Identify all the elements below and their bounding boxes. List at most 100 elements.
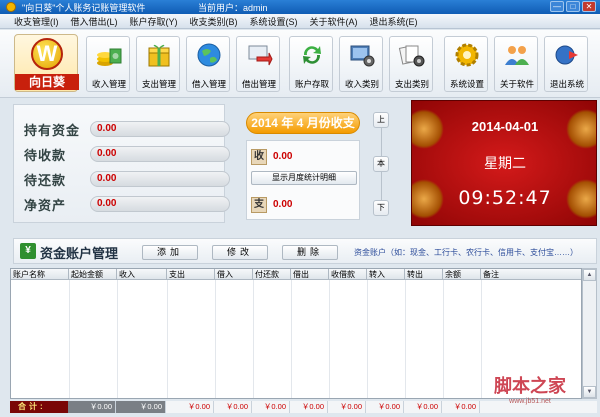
totals-label: 合计: [10, 401, 68, 413]
summary-label: 待收款 [24, 148, 67, 163]
col-transfer-out[interactable]: 转出 [405, 269, 443, 280]
calendar-weekday: 星期二 [484, 156, 526, 172]
current-user: 当前用户：admin [198, 3, 268, 13]
col-remark[interactable]: 备注 [481, 269, 581, 280]
app-logo: W 向日葵 [14, 34, 79, 92]
monthly-expense-value: 0.00 [273, 199, 293, 210]
monthly-expense-row: 支 0.00 [251, 197, 357, 215]
menu-settings[interactable]: 系统设置(S) [250, 15, 298, 28]
income-tag: 收 [251, 149, 267, 165]
summary-label: 持有资金 [24, 123, 81, 138]
menu-bar: 收支管理(I) 借入借出(L) 账户存取(Y) 收支类别(B) 系统设置(S) … [0, 14, 600, 29]
period-month: 4 [296, 116, 304, 130]
col-start-amount[interactable]: 起始金额 [69, 269, 117, 280]
scroll-up-icon[interactable]: ▲ [583, 269, 596, 281]
period-month-suffix: 月份收支 [306, 116, 355, 130]
calendar-panel: 2014-04-01 星期二 09:52:47 [411, 100, 597, 226]
watermark-url: www.jb51.net [509, 398, 551, 405]
menu-categories[interactable]: 收支类别(B) [190, 15, 238, 28]
col-account-name[interactable]: 账户名称 [11, 269, 69, 280]
logo-w-icon: W [31, 38, 63, 70]
menu-exit[interactable]: 退出系统(E) [370, 15, 418, 28]
total-expense: ￥0.00 [166, 401, 214, 413]
expense-manage-label: 支出管理 [141, 79, 176, 89]
watermark-text: 脚本之家 [494, 376, 566, 397]
summary-value: 0.00 [90, 171, 230, 187]
show-monthly-detail-button[interactable]: 显示月度统计明细 [251, 171, 357, 185]
income-category-button[interactable]: 收入类别 [339, 36, 383, 92]
period-title: 2014 年 4 月份收支 [246, 112, 360, 134]
delete-account-button[interactable]: 删除 [282, 245, 338, 260]
menu-account-access[interactable]: 账户存取(Y) [130, 15, 178, 28]
close-button[interactable]: ✕ [582, 1, 596, 12]
next-month-button[interactable]: 下 [373, 200, 389, 216]
summary-receivable: 待收款 0.00 [24, 144, 230, 164]
menu-income-expense[interactable]: 收支管理(I) [14, 15, 59, 28]
expense-manage-button[interactable]: 支出管理 [136, 36, 180, 92]
borrow-in-button[interactable]: 借入管理 [186, 36, 230, 92]
summary-payable: 待还款 0.00 [24, 169, 230, 189]
toolbar: W 向日葵 收入管理 支出管理 借入管理 借出管理 账户存取 收入类别 支出类别… [0, 30, 600, 98]
cards-gear-icon [398, 45, 425, 67]
total-transfer-out: ￥0.00 [404, 401, 442, 413]
about-software-label: 关于软件 [499, 79, 534, 89]
monthly-income-value: 0.00 [273, 151, 293, 162]
expense-category-button[interactable]: 支出类别 [389, 36, 433, 92]
total-transfer-in: ￥0.00 [366, 401, 404, 413]
monthly-panel: 2014 年 4 月份收支 收 0.00 显示月度统计明细 支 0.00 上 本… [240, 104, 410, 223]
col-expense[interactable]: 支出 [167, 269, 215, 280]
income-manage-button[interactable]: 收入管理 [86, 36, 130, 92]
summary-label: 净资产 [24, 198, 67, 213]
total-income: ￥0.00 [116, 401, 166, 413]
income-category-label: 收入类别 [344, 79, 379, 89]
col-balance[interactable]: 余额 [443, 269, 481, 280]
col-collect[interactable]: 收借款 [329, 269, 367, 280]
logo-name: 向日葵 [15, 74, 79, 90]
col-lend-out[interactable]: 借出 [291, 269, 329, 280]
expense-tag: 支 [251, 197, 267, 213]
lend-out-label: 借出管理 [241, 79, 276, 89]
globe-icon [197, 43, 221, 67]
borrow-in-label: 借入管理 [191, 79, 226, 89]
summary-panel: 持有资金 0.00 待收款 0.00 待还款 0.00 净资产 0.00 [13, 104, 230, 223]
system-settings-label: 系统设置 [449, 79, 484, 89]
menu-about[interactable]: 关于软件(A) [310, 15, 358, 28]
col-income[interactable]: 收入 [117, 269, 167, 280]
period-year-unit: 年 [281, 116, 294, 130]
edit-account-button[interactable]: 修改 [212, 245, 268, 260]
summary-holding-funds: 持有资金 0.00 [24, 119, 230, 139]
exit-system-button[interactable]: 退出系统 [544, 36, 588, 92]
total-repay: ￥0.00 [252, 401, 290, 413]
account-management-bar: ¥ 资金账户管理 添加 修改 删除 资金账户（如：现金、工行卡、农行卡、信用卡、… [13, 238, 597, 264]
total-collect: ￥0.00 [328, 401, 366, 413]
period-year: 2014 [251, 116, 278, 130]
recycle-arrows-icon [303, 46, 321, 64]
summary-label: 待还款 [24, 173, 67, 188]
users-icon [505, 46, 529, 65]
account-book-icon: ¥ [20, 243, 36, 259]
about-software-button[interactable]: 关于软件 [494, 36, 538, 92]
add-account-button[interactable]: 添加 [142, 245, 198, 260]
app-icon [6, 2, 16, 12]
title-bar: "向日葵"个人账务记账管理软件 当前用户：admin — □ ✕ [0, 0, 600, 14]
minimize-button[interactable]: — [550, 1, 564, 12]
calendar-time: 09:52:47 [458, 187, 552, 209]
account-section-title: 资金账户管理 [40, 246, 119, 261]
total-lend-out: ￥0.00 [290, 401, 328, 413]
current-month-button[interactable]: 本 [373, 156, 389, 172]
summary-value: 0.00 [90, 121, 230, 137]
previous-month-button[interactable]: 上 [373, 112, 389, 128]
col-borrow-in[interactable]: 借入 [215, 269, 253, 280]
account-access-button[interactable]: 账户存取 [289, 36, 333, 92]
maximize-button[interactable]: □ [566, 1, 580, 12]
table-header: 账户名称 起始金额 收入 支出 借入 付还款 借出 收借款 转入 转出 余额 备… [11, 269, 581, 280]
col-repay[interactable]: 付还款 [253, 269, 291, 280]
gift-box-icon [148, 44, 170, 67]
account-hint: 资金账户（如：现金、工行卡、农行卡、信用卡、支付宝……） [354, 248, 578, 257]
summary-value: 0.00 [90, 196, 230, 212]
lend-out-button[interactable]: 借出管理 [236, 36, 280, 92]
summary-net-assets: 净资产 0.00 [24, 194, 230, 214]
system-settings-button[interactable]: 系统设置 [444, 36, 488, 92]
menu-borrow-lend[interactable]: 借入借出(L) [71, 15, 118, 28]
col-transfer-in[interactable]: 转入 [367, 269, 405, 280]
